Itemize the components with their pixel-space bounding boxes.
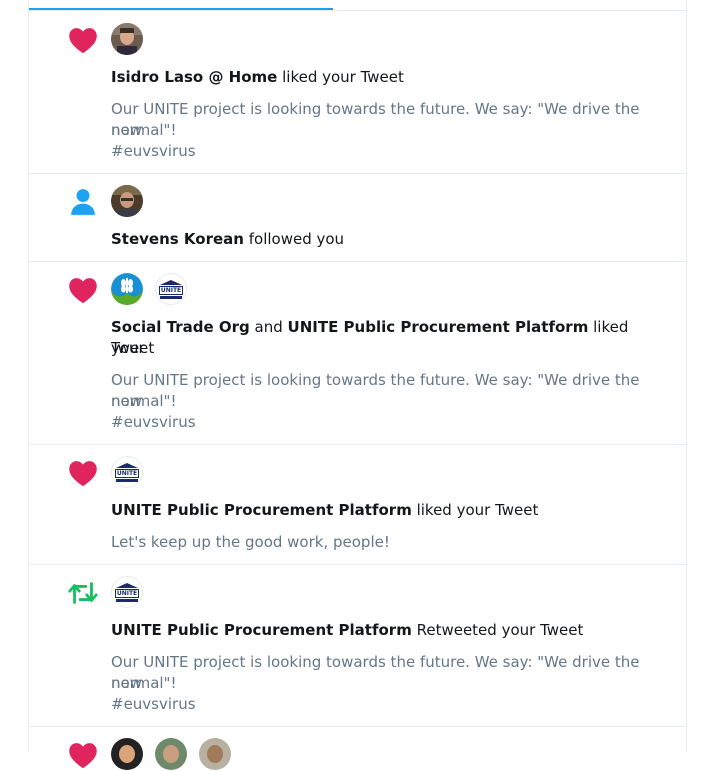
actor-name[interactable]: Stevens Korean bbox=[111, 230, 244, 248]
heart-icon bbox=[67, 24, 99, 56]
heart-icon bbox=[67, 274, 99, 306]
actor-name[interactable]: Isidro Laso @ Home bbox=[111, 68, 277, 86]
actor-name[interactable]: UNITE Public Procurement Platform bbox=[111, 501, 412, 519]
notification-text: UNITE Public Procurement Platform Retwee… bbox=[111, 621, 584, 639]
hashtag-link[interactable]: #euvsvirus bbox=[111, 141, 662, 162]
heart-icon bbox=[67, 739, 99, 771]
notifications-timeline: Isidro Laso @ Home liked your Tweet Our … bbox=[28, 0, 687, 770]
notification-text: Isidro Laso @ Home liked your Tweet bbox=[111, 68, 404, 86]
notification-item[interactable] bbox=[29, 727, 686, 770]
notification-item[interactable]: Isidro Laso @ Home liked your Tweet Our … bbox=[29, 11, 686, 174]
unite-logo[interactable]: UNITE bbox=[111, 456, 143, 488]
notification-item[interactable]: Stevens Korean followed you bbox=[29, 174, 686, 262]
unite-logo[interactable]: UNITE bbox=[111, 576, 143, 608]
heart-icon bbox=[67, 457, 99, 489]
notification-text: Stevens Korean followed you bbox=[111, 230, 345, 248]
avatar[interactable] bbox=[111, 23, 143, 55]
hashtag-link[interactable]: #euvsvirus bbox=[111, 412, 662, 433]
actor-name[interactable]: Social Trade Org bbox=[111, 318, 250, 336]
avatar[interactable] bbox=[155, 738, 187, 770]
avatar[interactable] bbox=[111, 738, 143, 770]
unite-logo[interactable]: UNITE bbox=[155, 273, 187, 305]
actor-name[interactable]: UNITE Public Procurement Platform bbox=[288, 318, 589, 336]
tweet-text[interactable]: normal"! bbox=[111, 391, 662, 412]
social-trade-org-logo[interactable] bbox=[111, 273, 143, 305]
retweet-icon bbox=[67, 577, 99, 609]
tweet-text[interactable]: normal"! bbox=[111, 120, 662, 141]
avatar[interactable] bbox=[111, 185, 143, 217]
person-icon bbox=[67, 186, 99, 218]
notification-text: UNITE Public Procurement Platform liked … bbox=[111, 501, 539, 519]
notification-item[interactable]: UNITE Social Trade Org and UNITE Public … bbox=[29, 262, 686, 445]
notification-item[interactable]: UNITE UNITE Public Procurement Platform … bbox=[29, 445, 686, 565]
tweet-text[interactable]: normal"! bbox=[111, 673, 662, 694]
actor-name[interactable]: UNITE Public Procurement Platform bbox=[111, 621, 412, 639]
tweet-text[interactable]: Let's keep up the good work, people! bbox=[111, 532, 662, 553]
notification-text-continued: Tweet bbox=[111, 339, 155, 357]
notification-item[interactable]: UNITE UNITE Public Procurement Platform … bbox=[29, 565, 686, 727]
avatar[interactable] bbox=[199, 738, 231, 770]
hashtag-link[interactable]: #euvsvirus bbox=[111, 694, 662, 715]
